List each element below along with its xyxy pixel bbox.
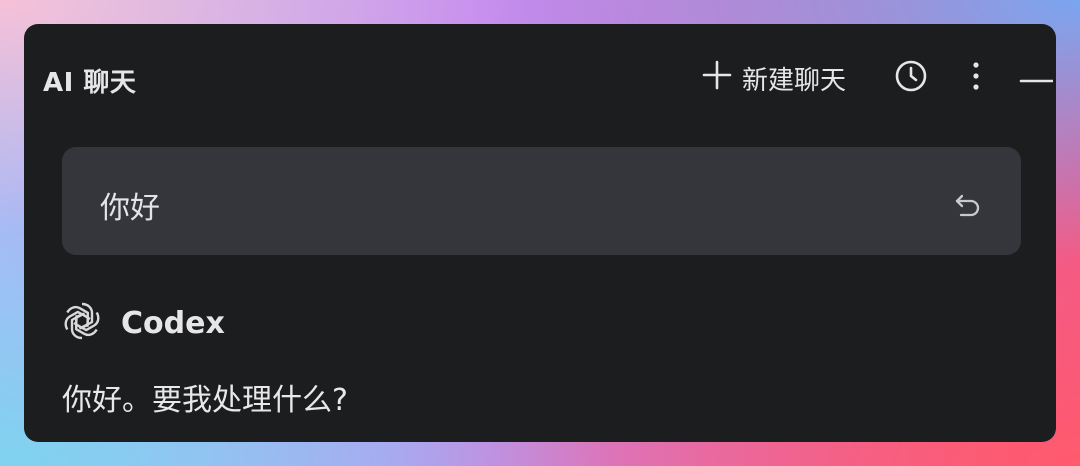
undo-icon [953, 190, 983, 222]
assistant-header: Codex [61, 300, 225, 346]
assistant-message-text: 你好。要我处理什么? [62, 383, 348, 418]
history-button[interactable] [893, 60, 929, 96]
assistant-name: Codex [121, 305, 225, 341]
plus-icon [702, 60, 732, 97]
new-chat-label: 新建聊天 [742, 65, 847, 96]
window-title: AI 聊天 [43, 68, 137, 98]
user-message-bubble: 你好 [62, 147, 1021, 255]
new-chat-button[interactable]: 新建聊天 [702, 60, 846, 96]
minimize-button[interactable] [1018, 60, 1055, 96]
resend-button[interactable] [951, 189, 985, 223]
clock-icon [894, 59, 928, 97]
more-options-button[interactable] [958, 60, 994, 96]
title-bar: AI 聊天 新建聊天 [24, 24, 1056, 134]
more-vertical-icon [971, 61, 981, 95]
minus-icon [1019, 69, 1055, 88]
chat-window: AI 聊天 新建聊天 你好 Codex 你好。要我处理什么? [24, 24, 1056, 442]
user-message-text: 你好 [100, 191, 160, 226]
openai-logo-icon [61, 300, 103, 346]
